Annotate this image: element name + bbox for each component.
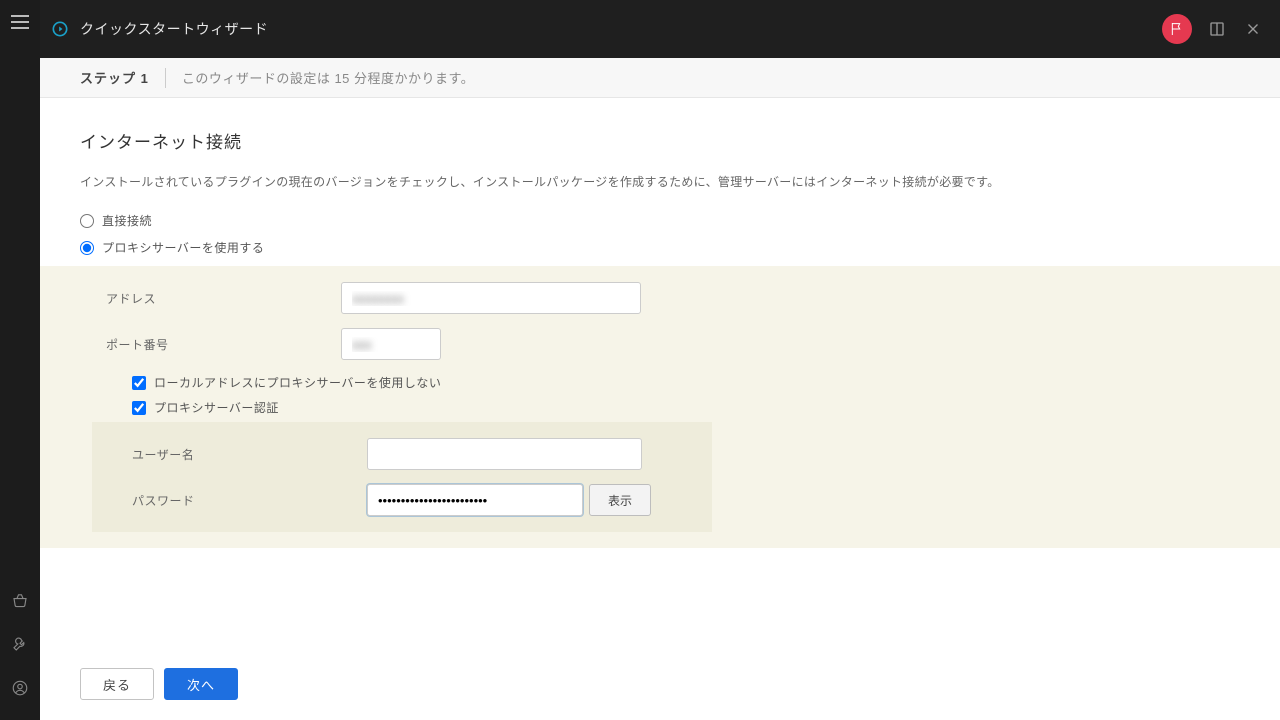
address-input[interactable]: [341, 282, 641, 314]
proxy-auth-label: プロキシサーバー認証: [154, 399, 279, 416]
radio-direct[interactable]: 直接接続: [80, 212, 1240, 229]
close-icon[interactable]: [1242, 18, 1264, 40]
section-title: インターネット接続: [80, 128, 1240, 153]
header: クイックスタートウィザード: [40, 0, 1280, 58]
step-label: ステップ 1: [80, 68, 149, 87]
step-bar: ステップ 1 このウィザードの設定は 15 分程度かかります。: [40, 58, 1280, 98]
radio-direct-label: 直接接続: [102, 212, 152, 229]
bookmark-icon[interactable]: [1206, 18, 1228, 40]
bypass-local-check[interactable]: ローカルアドレスにプロキシサーバーを使用しない: [132, 374, 1254, 391]
port-label: ポート番号: [106, 336, 341, 353]
footer-buttons: 戻る 次へ: [80, 668, 238, 700]
bypass-local-checkbox[interactable]: [132, 376, 146, 390]
header-title: クイックスタートウィザード: [80, 19, 268, 39]
step-divider: [165, 68, 166, 88]
username-label: ユーザー名: [132, 446, 367, 463]
radio-proxy-input[interactable]: [80, 241, 94, 255]
proxy-auth-checkbox[interactable]: [132, 401, 146, 415]
port-input[interactable]: [341, 328, 441, 360]
user-circle-icon[interactable]: [8, 676, 32, 700]
next-button[interactable]: 次へ: [164, 668, 238, 700]
radio-proxy-label: プロキシサーバーを使用する: [102, 239, 264, 256]
bypass-local-label: ローカルアドレスにプロキシサーバーを使用しない: [154, 374, 441, 391]
auth-panel: ユーザー名 パスワード 表示: [92, 422, 712, 532]
brand-icon: [50, 19, 70, 39]
username-input[interactable]: [367, 438, 642, 470]
wrench-icon[interactable]: [8, 632, 32, 656]
password-input[interactable]: [367, 484, 583, 516]
address-label: アドレス: [106, 290, 341, 307]
menu-icon[interactable]: [8, 10, 32, 34]
show-password-button[interactable]: 表示: [589, 484, 651, 516]
left-rail: [0, 0, 40, 720]
proxy-panel: アドレス ポート番号 ローカルアドレスにプロキシサーバーを使用しない プロキシサ…: [40, 266, 1280, 548]
back-button[interactable]: 戻る: [80, 668, 154, 700]
radio-direct-input[interactable]: [80, 214, 94, 228]
flag-button[interactable]: [1162, 14, 1192, 44]
proxy-auth-check[interactable]: プロキシサーバー認証: [132, 399, 1254, 416]
section-desc: インストールされているプラグインの現在のバージョンをチェックし、インストールパッ…: [80, 173, 1240, 190]
basket-icon[interactable]: [8, 588, 32, 612]
step-desc: このウィザードの設定は 15 分程度かかります。: [182, 68, 474, 87]
password-label: パスワード: [132, 492, 367, 509]
radio-proxy[interactable]: プロキシサーバーを使用する: [80, 239, 1240, 256]
content: インターネット接続 インストールされているプラグインの現在のバージョンをチェック…: [40, 98, 1280, 720]
